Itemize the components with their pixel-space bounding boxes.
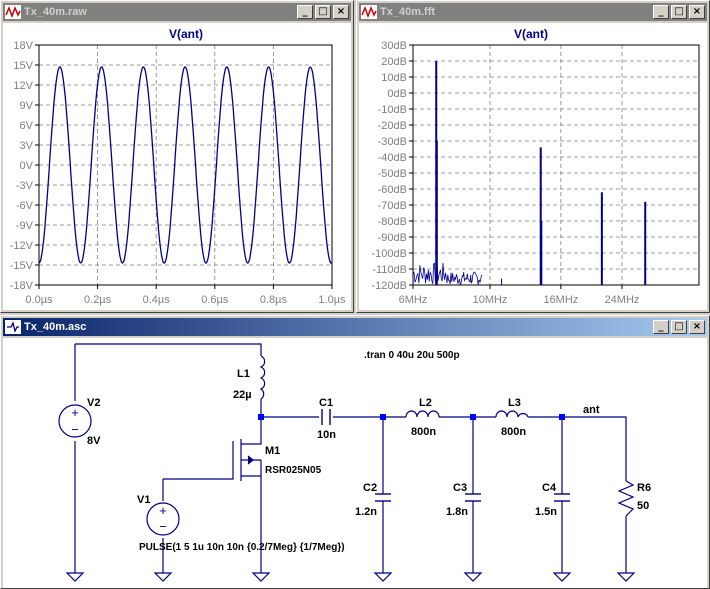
fft-plot-title: V(ant) [514, 27, 548, 41]
close-button[interactable]: × [689, 320, 705, 334]
r6-label: R6 [637, 482, 651, 494]
y-tick-label: 0dB [387, 88, 407, 100]
x-tick-label: 16MHz [543, 294, 578, 306]
c4-label: C4 [542, 482, 557, 494]
y-tick-label: -15V [10, 260, 34, 272]
raw-titlebar[interactable]: Tx_40m.raw _ □ × [3, 3, 351, 21]
c2-value: 1.2n [355, 506, 377, 518]
y-tick-label: 12V [13, 80, 33, 92]
x-tick-label: 0.0µs [25, 294, 53, 306]
v1-value: PULSE(1 5 1u 10n 10n {0.2/7Meg} {1/7Meg}… [139, 542, 345, 553]
y-tick-label: -60dB [378, 184, 407, 196]
y-tick-label: -80dB [378, 216, 407, 228]
x-tick-label: 10MHz [473, 294, 508, 306]
waveform-icon [361, 5, 377, 19]
l3-value: 800n [501, 426, 526, 438]
y-tick-label: -100dB [372, 248, 407, 260]
schematic-window-title: Tx_40m.asc [24, 321, 87, 333]
y-tick-label: -110dB [372, 264, 407, 276]
r6-value: 50 [637, 500, 649, 512]
raw-plot-title: V(ant) [169, 27, 203, 41]
y-tick-label: 10dB [381, 72, 407, 84]
c1-label: C1 [319, 397, 333, 409]
raw-plot[interactable]: V(ant) 18V 15V 12V 9V 6V 3V 0V -3V -6V -9V -12V -15… [1, 21, 353, 312]
y-tick-label: 9V [20, 100, 34, 112]
spice-directive[interactable]: .tran 0 40u 20u 500p [364, 350, 460, 361]
v1-label: V1 [137, 494, 150, 506]
y-tick-label: -90dB [378, 232, 407, 244]
m1-label: M1 [265, 445, 280, 457]
raw-window-title: Tx_40m.raw [24, 6, 87, 18]
schematic-icon [5, 320, 21, 334]
fft-plot-window[interactable]: Tx_40m.fft _ □ × V(ant) 30dB 20dB 10dB 0dB -… [356, 0, 710, 313]
y-tick-label: -6V [16, 200, 34, 212]
minimize-button[interactable]: _ [653, 320, 669, 334]
x-tick-label: 6MHz [399, 294, 428, 306]
minimize-button[interactable]: _ [653, 5, 669, 19]
y-tick-label: -20dB [378, 120, 407, 132]
raw-plot-window[interactable]: Tx_40m.raw _ □ × V(ant) 18V 15V 12V 9V 6V 3V 0… [0, 0, 354, 313]
x-tick-label: 1.0µs [318, 294, 346, 306]
y-tick-label: -120dB [372, 280, 407, 292]
fft-titlebar[interactable]: Tx_40m.fft _ □ × [359, 3, 707, 21]
v2-label: V2 [87, 397, 100, 409]
y-tick-label: 15V [13, 60, 33, 72]
fft-window-title: Tx_40m.fft [380, 6, 436, 18]
maximize-button[interactable]: □ [671, 5, 687, 19]
y-tick-label: -40dB [378, 152, 407, 164]
y-tick-label: -18V [10, 280, 34, 292]
y-tick-label: -12V [10, 240, 34, 252]
x-tick-label: 0.2µs [84, 294, 112, 306]
x-tick-label: 0.6µs [201, 294, 229, 306]
schematic-titlebar[interactable]: Tx_40m.asc _ □ × [3, 318, 707, 336]
minimize-button[interactable]: _ [297, 5, 313, 19]
svg-text:−: − [71, 422, 79, 437]
y-tick-label: -70dB [378, 200, 407, 212]
l3-label: L3 [508, 397, 521, 409]
l1-value: 22µ [233, 389, 252, 401]
fft-plot[interactable]: V(ant) 30dB 20dB 10dB 0dB -10dB -20dB -30dB -40… [357, 21, 709, 312]
c3-label: C3 [453, 482, 467, 494]
schematic-window[interactable]: Tx_40m.asc _ □ × + − V2 8V L1 22µ M1 RSR… [0, 315, 710, 589]
x-tick-label: 0.8µs [260, 294, 288, 306]
y-tick-label: 30dB [381, 40, 407, 52]
y-tick-label: 18V [13, 40, 33, 52]
y-tick-label: 20dB [381, 56, 407, 68]
y-tick-label: 6V [20, 120, 34, 132]
y-tick-label: 0V [20, 160, 34, 172]
y-tick-label: -9V [16, 220, 34, 232]
maximize-button[interactable]: □ [671, 320, 687, 334]
x-tick-label: 24MHz [605, 294, 640, 306]
svg-text:+: + [159, 503, 167, 518]
waveform-icon [5, 5, 21, 19]
y-tick-label: -50dB [378, 168, 407, 180]
m1-value: RSR025N05 [265, 465, 322, 476]
x-tick-label: 0.4µs [143, 294, 171, 306]
net-label-ant: ant [583, 404, 600, 416]
l1-label: L1 [237, 368, 250, 380]
svg-text:+: + [71, 405, 79, 420]
svg-text:−: − [159, 519, 167, 534]
y-tick-label: 3V [20, 140, 34, 152]
c2-label: C2 [363, 482, 377, 494]
y-tick-label: -30dB [378, 136, 407, 148]
c4-value: 1.5n [535, 506, 557, 518]
maximize-button[interactable]: □ [315, 5, 331, 19]
y-tick-label: -10dB [378, 104, 407, 116]
y-tick-label: -3V [16, 180, 34, 192]
schematic-canvas[interactable]: + − V2 8V L1 22µ M1 RSR025N05 + − V1 PUL… [3, 338, 707, 588]
close-button[interactable]: × [333, 5, 349, 19]
l2-value: 800n [411, 426, 436, 438]
c3-value: 1.8n [446, 506, 468, 518]
l2-label: L2 [419, 397, 432, 409]
c1-value: 10n [317, 429, 336, 441]
v2-value: 8V [87, 435, 101, 447]
close-button[interactable]: × [689, 5, 705, 19]
